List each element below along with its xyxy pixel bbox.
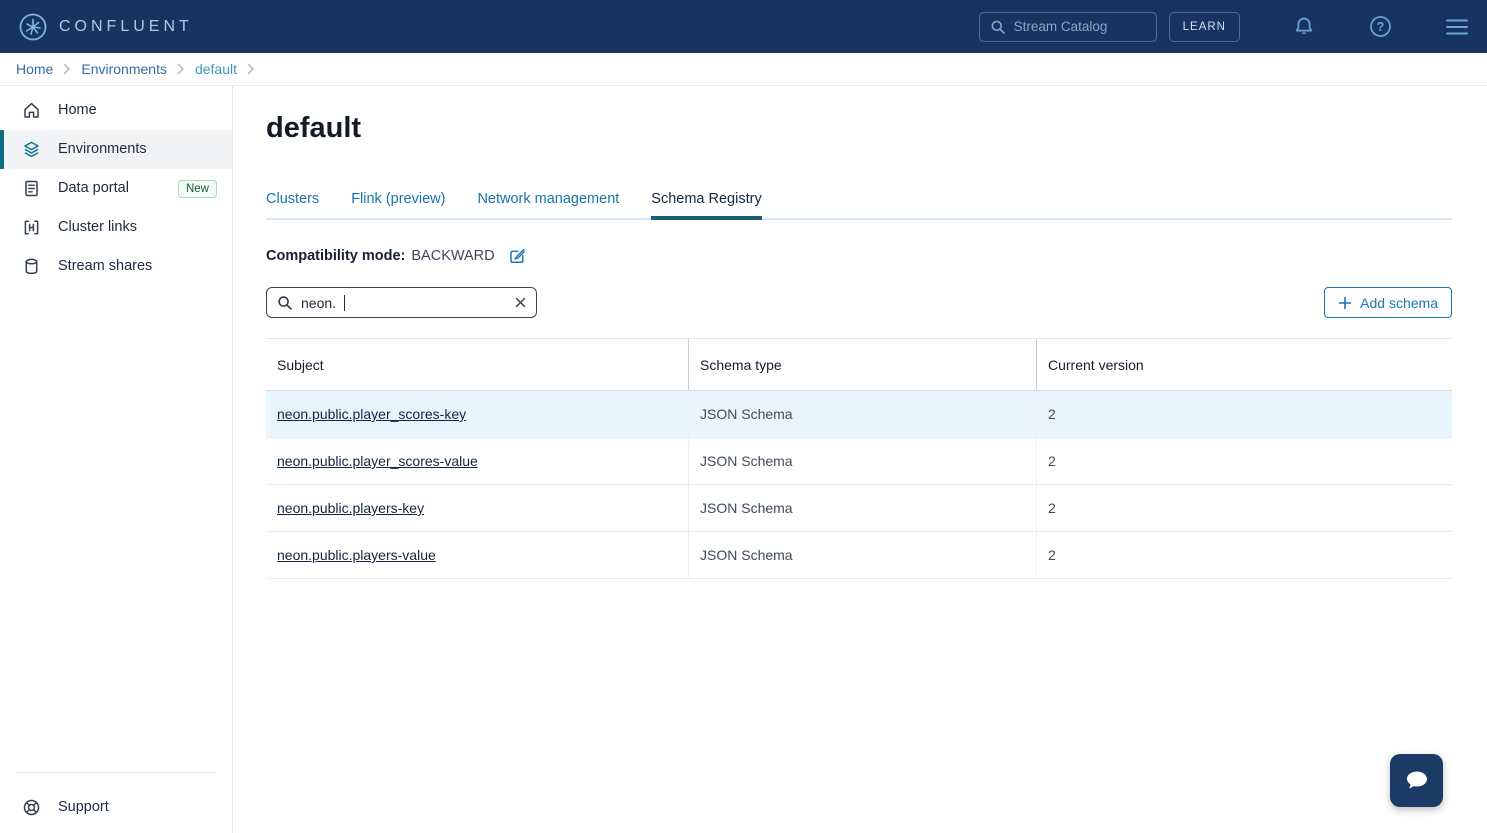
question-circle-icon: ? — [1368, 14, 1393, 39]
plus-icon — [1338, 296, 1352, 310]
sidebar-item-support[interactable]: Support — [0, 785, 232, 829]
sidebar-item-stream-shares[interactable]: Stream shares — [0, 247, 232, 286]
compatibility-mode-value: BACKWARD — [411, 248, 494, 264]
subject-link[interactable]: neon.public.player_scores-key — [277, 406, 466, 422]
chevron-right-icon — [63, 63, 71, 75]
database-icon — [22, 257, 41, 276]
table-controls: neon. — [266, 287, 1452, 318]
notifications-button[interactable] — [1292, 15, 1316, 39]
table-row: neon.public.player_scores-key JSON Schem… — [266, 391, 1452, 438]
table-row: neon.public.players-key JSON Schema 2 — [266, 485, 1452, 532]
tab-flink-preview[interactable]: Flink (preview) — [351, 191, 445, 220]
chat-widget-button[interactable] — [1390, 754, 1443, 807]
sidebar-item-home[interactable]: Home — [0, 91, 232, 130]
current-version-cell: 2 — [1036, 532, 1452, 578]
sidebar-divider — [16, 772, 216, 773]
schema-type-cell: JSON Schema — [688, 532, 1036, 578]
edit-compatibility-button[interactable] — [509, 247, 526, 264]
search-query-text: neon. — [301, 295, 336, 311]
environment-tabs: Clusters Flink (preview) Network managem… — [266, 191, 1452, 220]
page-title: default — [266, 112, 1452, 145]
breadcrumb-environments[interactable]: Environments — [81, 61, 167, 77]
breadcrumb: Home Environments default — [0, 53, 1487, 86]
speech-bubble-icon — [1402, 767, 1432, 795]
sidebar-item-label: Cluster links — [58, 220, 137, 235]
table-row: neon.public.players-value JSON Schema 2 — [266, 532, 1452, 579]
left-sidebar: Home Environments — [0, 86, 233, 833]
subject-link[interactable]: neon.public.players-value — [277, 547, 436, 563]
chevron-right-icon — [177, 63, 185, 75]
add-schema-button[interactable]: Add schema — [1324, 287, 1452, 318]
sidebar-item-label: Environments — [58, 142, 147, 157]
stream-catalog-input[interactable] — [1014, 19, 1134, 34]
current-version-cell: 2 — [1036, 485, 1452, 531]
stream-catalog-search[interactable] — [979, 12, 1157, 42]
clear-search-button[interactable] — [515, 297, 526, 308]
compatibility-mode-label: Compatibility mode: — [266, 248, 405, 264]
breadcrumb-home[interactable]: Home — [16, 61, 53, 77]
new-badge: New — [178, 180, 217, 198]
document-icon — [22, 179, 41, 198]
chevron-right-icon — [247, 63, 255, 75]
support-label: Support — [58, 799, 109, 815]
brand-wordmark: CONFLUENT — [59, 18, 193, 36]
hamburger-icon — [1445, 17, 1469, 37]
compatibility-mode-row: Compatibility mode: BACKWARD — [266, 247, 1452, 264]
schema-type-cell: JSON Schema — [688, 485, 1036, 531]
sidebar-item-label: Stream shares — [58, 259, 152, 274]
sidebar-item-data-portal[interactable]: Data portal New — [0, 169, 232, 208]
current-version-cell: 2 — [1036, 391, 1452, 437]
table-header-row: Subject Schema type Current version — [266, 338, 1452, 391]
confluent-spark-icon — [18, 12, 48, 42]
subject-link[interactable]: neon.public.player_scores-value — [277, 453, 478, 469]
lifebuoy-icon — [22, 798, 41, 817]
tab-network-management[interactable]: Network management — [477, 191, 619, 220]
subject-link[interactable]: neon.public.players-key — [277, 500, 424, 516]
search-icon — [277, 295, 293, 311]
sidebar-item-label: Home — [58, 103, 97, 118]
schemas-table: Subject Schema type Current version neon… — [266, 338, 1452, 579]
column-header-current-version: Current version — [1036, 339, 1452, 390]
pencil-square-icon — [509, 247, 526, 264]
add-schema-label: Add schema — [1360, 295, 1438, 311]
current-version-cell: 2 — [1036, 438, 1452, 484]
breadcrumb-default[interactable]: default — [195, 61, 237, 77]
home-icon — [22, 101, 41, 120]
column-header-subject: Subject — [266, 339, 688, 390]
tab-clusters[interactable]: Clusters — [266, 191, 319, 220]
column-header-schema-type: Schema type — [688, 339, 1036, 390]
help-button[interactable]: ? — [1368, 14, 1393, 39]
bell-icon — [1292, 15, 1316, 39]
x-icon — [515, 297, 526, 308]
sidebar-item-environments[interactable]: Environments — [0, 130, 232, 169]
tab-schema-registry[interactable]: Schema Registry — [651, 191, 761, 220]
layers-icon — [22, 140, 41, 159]
learn-button[interactable]: LEARN — [1169, 12, 1240, 42]
sidebar-item-cluster-links[interactable]: Cluster links — [0, 208, 232, 247]
main-content: default Clusters Flink (preview) Network… — [233, 86, 1487, 833]
table-row: neon.public.player_scores-value JSON Sch… — [266, 438, 1452, 485]
text-cursor — [344, 295, 345, 311]
top-navbar: CONFLUENT LEARN — [0, 0, 1487, 53]
main-menu-button[interactable] — [1445, 17, 1469, 37]
schema-type-cell: JSON Schema — [688, 438, 1036, 484]
schema-search-input[interactable]: neon. — [266, 287, 537, 318]
search-icon — [990, 19, 1006, 35]
schema-type-cell: JSON Schema — [688, 391, 1036, 437]
svg-text:?: ? — [1377, 20, 1385, 34]
confluent-logo[interactable]: CONFLUENT — [18, 12, 193, 42]
sidebar-item-label: Data portal — [58, 181, 129, 196]
cluster-links-icon — [22, 218, 41, 237]
